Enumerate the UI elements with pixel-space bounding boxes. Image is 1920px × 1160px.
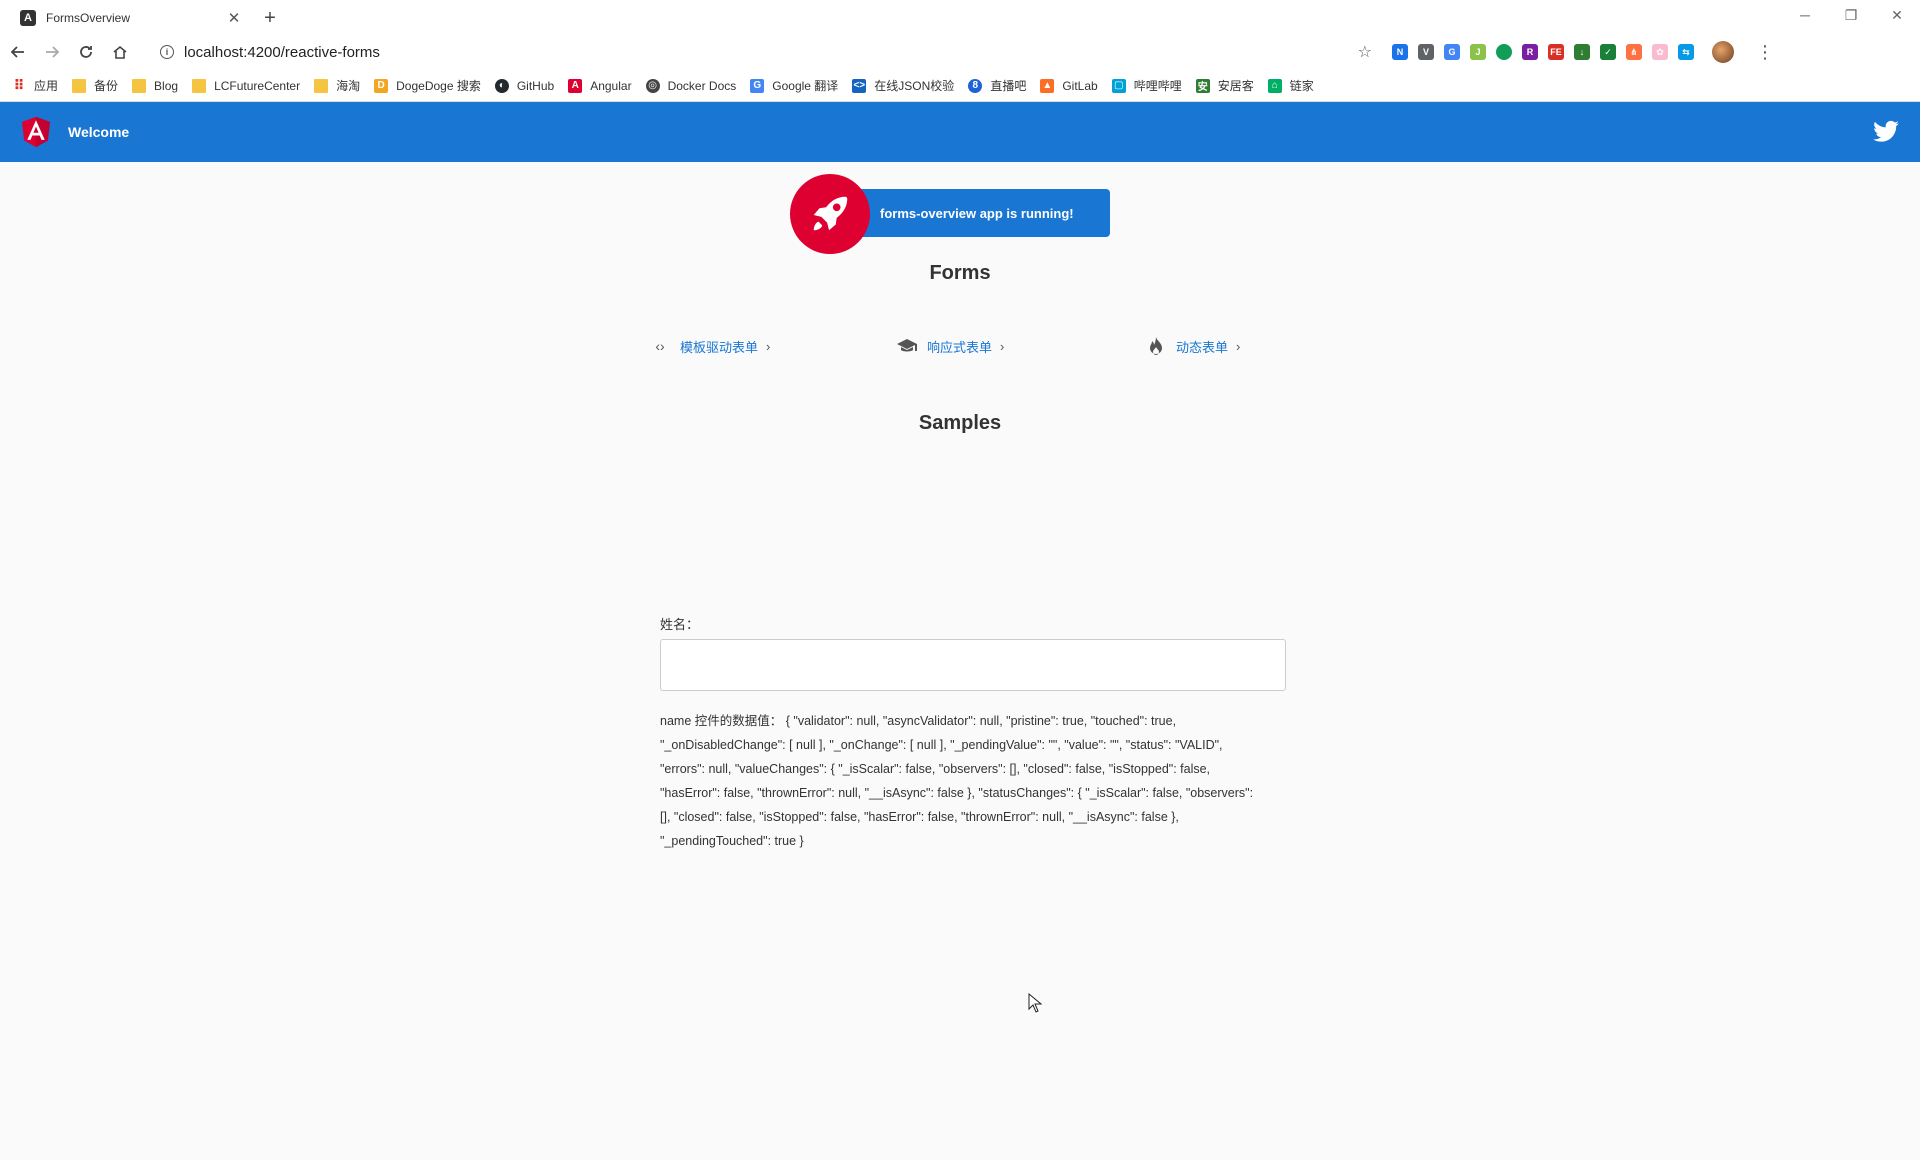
browser-toolbar: i localhost:4200/reactive-forms ☆ N V G … bbox=[0, 34, 1920, 70]
angular-favicon-icon: A bbox=[20, 10, 36, 26]
chevron-right-icon: › bbox=[1236, 338, 1241, 354]
screenshot-extension-icon[interactable]: ⇆ bbox=[1678, 44, 1694, 60]
evernote-icon[interactable] bbox=[1496, 44, 1512, 60]
download-extension-icon[interactable]: ↓ bbox=[1574, 44, 1590, 60]
extensions-bar: N V G J R FE ↓ ✓ ⋔ ✿ ⇆ ⋮ bbox=[1392, 41, 1774, 63]
folder-icon bbox=[132, 78, 147, 93]
samples-heading: Samples bbox=[918, 412, 1002, 434]
bookmark-gitlab[interactable]: ▲ GitLab bbox=[1040, 78, 1098, 93]
app-running-card: forms-overview app is running! bbox=[790, 174, 1120, 254]
json-icon: <> bbox=[852, 78, 867, 93]
rocket-icon bbox=[790, 174, 870, 254]
translate-extension-icon[interactable]: G bbox=[1444, 44, 1460, 60]
json-text: { "validator": null, "asyncValidator": n… bbox=[660, 714, 1254, 848]
forward-button[interactable] bbox=[36, 36, 68, 68]
minimize-button[interactable]: ─ bbox=[1782, 0, 1828, 30]
angular-icon: A bbox=[568, 78, 583, 93]
reload-button[interactable] bbox=[70, 36, 102, 68]
bookmark-blog[interactable]: Blog bbox=[132, 78, 178, 93]
bookmark-lianjia[interactable]: ⌂ 链家 bbox=[1267, 77, 1314, 94]
twitter-icon[interactable] bbox=[1872, 118, 1900, 146]
share-extension-icon[interactable]: ⋔ bbox=[1626, 44, 1642, 60]
app-running-text: forms-overview app is running! bbox=[880, 205, 1074, 221]
forward-arrow-icon bbox=[46, 46, 60, 58]
restore-button[interactable]: ❐ bbox=[1828, 0, 1874, 30]
fe-helper-icon[interactable]: FE bbox=[1548, 44, 1564, 60]
new-tab-button[interactable]: + bbox=[258, 6, 282, 30]
code-brackets-icon: ‹› bbox=[655, 338, 665, 354]
apps-grid-icon: ⠿ bbox=[13, 77, 25, 93]
anjuke-icon: 安 bbox=[1195, 78, 1210, 93]
new-extension-icon[interactable]: N bbox=[1392, 44, 1408, 60]
chevron-right-icon: › bbox=[1000, 338, 1005, 354]
browser-tab[interactable]: A FormsOverview ✕ bbox=[8, 2, 248, 34]
tab-strip: A FormsOverview ✕ + ─ ❐ ✕ bbox=[0, 0, 1920, 34]
reload-icon bbox=[80, 46, 92, 58]
lianjia-icon: ⌂ bbox=[1267, 78, 1282, 93]
tab-close-icon[interactable]: ✕ bbox=[224, 8, 244, 28]
bookmark-json-validator[interactable]: <> 在线JSON校验 bbox=[852, 77, 954, 94]
bookmark-bilibili[interactable]: ▢ 哔哩哔哩 bbox=[1111, 77, 1182, 94]
bookmark-apps[interactable]: ⠿ 应用 bbox=[12, 77, 58, 94]
docker-icon: ◎ bbox=[645, 78, 660, 93]
site-info-icon[interactable]: i bbox=[160, 45, 174, 59]
more-menu-icon[interactable]: ⋮ bbox=[1756, 42, 1774, 63]
bookmark-docker-docs[interactable]: ◎ Docker Docs bbox=[645, 78, 736, 93]
bilibili-icon: ▢ bbox=[1111, 78, 1126, 93]
home-icon bbox=[113, 45, 127, 59]
name-field-label: 姓名： bbox=[660, 617, 700, 632]
bookmark-backup[interactable]: 备份 bbox=[72, 77, 118, 94]
forms-heading: Forms bbox=[929, 262, 991, 284]
bookmark-google-translate[interactable]: G Google 翻译 bbox=[750, 77, 838, 94]
bookmark-star-icon[interactable]: ☆ bbox=[1358, 42, 1372, 62]
bookmark-haitao[interactable]: 海淘 bbox=[314, 77, 360, 94]
vue-devtools-icon[interactable]: V bbox=[1418, 44, 1434, 60]
github-icon: ◐ bbox=[494, 78, 509, 93]
bookmark-zhibo8[interactable]: 8 直播吧 bbox=[968, 77, 1026, 94]
name-input[interactable] bbox=[660, 639, 1286, 691]
close-window-button[interactable]: ✕ bbox=[1874, 0, 1920, 30]
app-running-banner: forms-overview app is running! bbox=[850, 189, 1110, 237]
home-button[interactable] bbox=[104, 36, 136, 68]
folder-icon bbox=[72, 78, 87, 93]
back-button[interactable] bbox=[2, 36, 34, 68]
google-translate-icon: G bbox=[750, 78, 765, 93]
folder-icon bbox=[314, 78, 329, 93]
tab-title: FormsOverview bbox=[46, 11, 131, 25]
address-bar[interactable]: i localhost:4200/reactive-forms ☆ bbox=[148, 37, 1388, 67]
bookmark-github[interactable]: ◐ GitHub bbox=[494, 78, 554, 93]
adblock-shield-icon[interactable]: ✓ bbox=[1600, 44, 1616, 60]
r-extension-icon[interactable]: R bbox=[1522, 44, 1538, 60]
json-prefix: name 控件的数据值： bbox=[660, 714, 783, 728]
folder-icon bbox=[192, 78, 207, 93]
window-controls: ─ ❐ ✕ bbox=[1782, 0, 1920, 30]
flame-icon bbox=[1146, 336, 1166, 356]
back-arrow-icon bbox=[10, 46, 24, 58]
page-content: forms-overview app is running! Forms ‹› … bbox=[0, 162, 1920, 1160]
json-extension-icon[interactable]: J bbox=[1470, 44, 1486, 60]
mouse-cursor-icon bbox=[1028, 993, 1042, 1013]
link-reactive-forms[interactable]: 响应式表单 › bbox=[897, 336, 1004, 356]
bookmark-dogedoge[interactable]: D DogeDoge 搜索 bbox=[374, 77, 481, 94]
url-text: localhost:4200/reactive-forms bbox=[184, 43, 380, 61]
dogedoge-icon: D bbox=[374, 78, 389, 93]
chevron-right-icon: › bbox=[766, 338, 771, 354]
app-toolbar: Welcome bbox=[0, 102, 1920, 162]
profile-avatar[interactable] bbox=[1712, 41, 1734, 63]
flower-extension-icon[interactable]: ✿ bbox=[1652, 44, 1668, 60]
control-json-output: name 控件的数据值： { "validator": null, "async… bbox=[660, 709, 1260, 853]
welcome-title: Welcome bbox=[68, 124, 130, 140]
gitlab-icon: ▲ bbox=[1040, 78, 1055, 93]
bookmark-anjuke[interactable]: 安安居客 bbox=[1195, 77, 1254, 94]
link-template-driven-forms[interactable]: ‹› 模板驱动表单 › bbox=[650, 336, 770, 356]
bookmarks-bar: ⠿ 应用 备份 Blog LCFutureCenter 海淘 D DogeDoge … bbox=[0, 70, 1920, 102]
form-type-links: ‹› 模板驱动表单 › 响应式表单 › 动态表单 › bbox=[0, 336, 1920, 356]
zhibo8-icon: 8 bbox=[968, 78, 983, 93]
angular-logo-icon bbox=[22, 116, 50, 148]
graduation-cap-icon bbox=[897, 336, 917, 356]
bookmark-angular[interactable]: A Angular bbox=[568, 78, 632, 93]
reactive-form-sample: 姓名： name 控件的数据值： { "validator": null, "a… bbox=[660, 614, 1286, 853]
bookmark-lcfuturecenter[interactable]: LCFutureCenter bbox=[192, 78, 300, 93]
link-dynamic-forms[interactable]: 动态表单 › bbox=[1146, 336, 1240, 356]
